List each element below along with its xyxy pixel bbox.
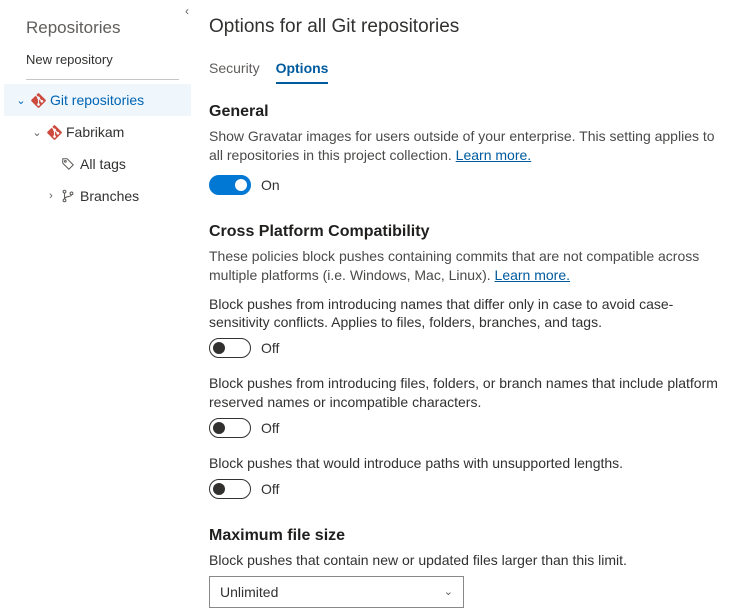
toggle-knob [213, 483, 225, 495]
section-heading-cross-platform: Cross Platform Compatibility [209, 223, 722, 241]
gravatar-toggle-label: On [261, 177, 280, 193]
path-length-desc: Block pushes that would introduce paths … [209, 454, 722, 473]
dropdown-value: Unlimited [220, 584, 278, 600]
reserved-names-toggle-row: Off [209, 418, 722, 438]
toggle-knob [213, 342, 225, 354]
learn-more-link[interactable]: Learn more. [456, 147, 531, 163]
divider [26, 79, 179, 80]
cross-desc-text: These policies block pushes containing c… [209, 248, 699, 283]
section-heading-max-file-size: Maximum file size [209, 527, 722, 545]
general-description: Show Gravatar images for users outside o… [209, 127, 722, 165]
toggle-knob [235, 179, 247, 191]
sidebar-item-all-tags[interactable]: All tags [4, 148, 191, 180]
case-sensitivity-toggle-row: Off [209, 338, 722, 358]
sidebar-title: Repositories [4, 12, 191, 44]
tag-icon [58, 157, 78, 171]
cross-description: These policies block pushes containing c… [209, 247, 722, 285]
gravatar-toggle-row: On [209, 175, 722, 195]
page-title: Options for all Git repositories [209, 16, 722, 38]
sidebar-item-label: Git repositories [48, 92, 144, 108]
learn-more-link[interactable]: Learn more. [495, 267, 570, 283]
path-length-toggle[interactable] [209, 479, 251, 499]
chevron-down-icon: ⌄ [444, 585, 453, 598]
toggle-knob [213, 422, 225, 434]
sidebar-item-git-repositories[interactable]: ⌄ Git repositories [4, 84, 191, 116]
case-sensitivity-toggle-label: Off [261, 340, 279, 356]
chevron-down-icon: ⌄ [30, 126, 44, 139]
chevron-down-icon: ⌄ [14, 94, 28, 107]
reserved-names-desc: Block pushes from introducing files, fol… [209, 374, 722, 412]
sidebar-item-label: Fabrikam [64, 124, 124, 140]
max-file-size-dropdown[interactable]: Unlimited ⌄ [209, 576, 464, 608]
path-length-toggle-row: Off [209, 479, 722, 499]
sidebar-item-fabrikam[interactable]: ⌄ Fabrikam [4, 116, 191, 148]
branch-icon [58, 189, 78, 203]
gravatar-toggle[interactable] [209, 175, 251, 195]
tab-options[interactable]: Options [276, 56, 329, 84]
git-icon [44, 125, 64, 140]
collapse-sidebar-icon[interactable]: ‹ [185, 4, 189, 18]
sidebar-item-label: Branches [78, 188, 139, 204]
new-repository-link[interactable]: New repository [4, 44, 191, 75]
reserved-names-toggle-label: Off [261, 420, 279, 436]
app-root: ‹ Repositories New repository ⌄ Git repo… [0, 0, 732, 615]
sidebar-item-branches[interactable]: › Branches [4, 180, 191, 212]
chevron-right-icon: › [44, 190, 58, 202]
path-length-toggle-label: Off [261, 481, 279, 497]
sidebar-item-label: All tags [78, 156, 126, 172]
tab-bar: Security Options [209, 56, 722, 85]
reserved-names-toggle[interactable] [209, 418, 251, 438]
sidebar: ‹ Repositories New repository ⌄ Git repo… [0, 0, 195, 615]
section-heading-general: General [209, 103, 722, 121]
tab-security[interactable]: Security [209, 56, 260, 84]
git-icon [28, 93, 48, 108]
main-content: Options for all Git repositories Securit… [195, 0, 732, 615]
case-sensitivity-toggle[interactable] [209, 338, 251, 358]
max-file-size-desc: Block pushes that contain new or updated… [209, 551, 722, 570]
case-sensitivity-desc: Block pushes from introducing names that… [209, 295, 722, 333]
